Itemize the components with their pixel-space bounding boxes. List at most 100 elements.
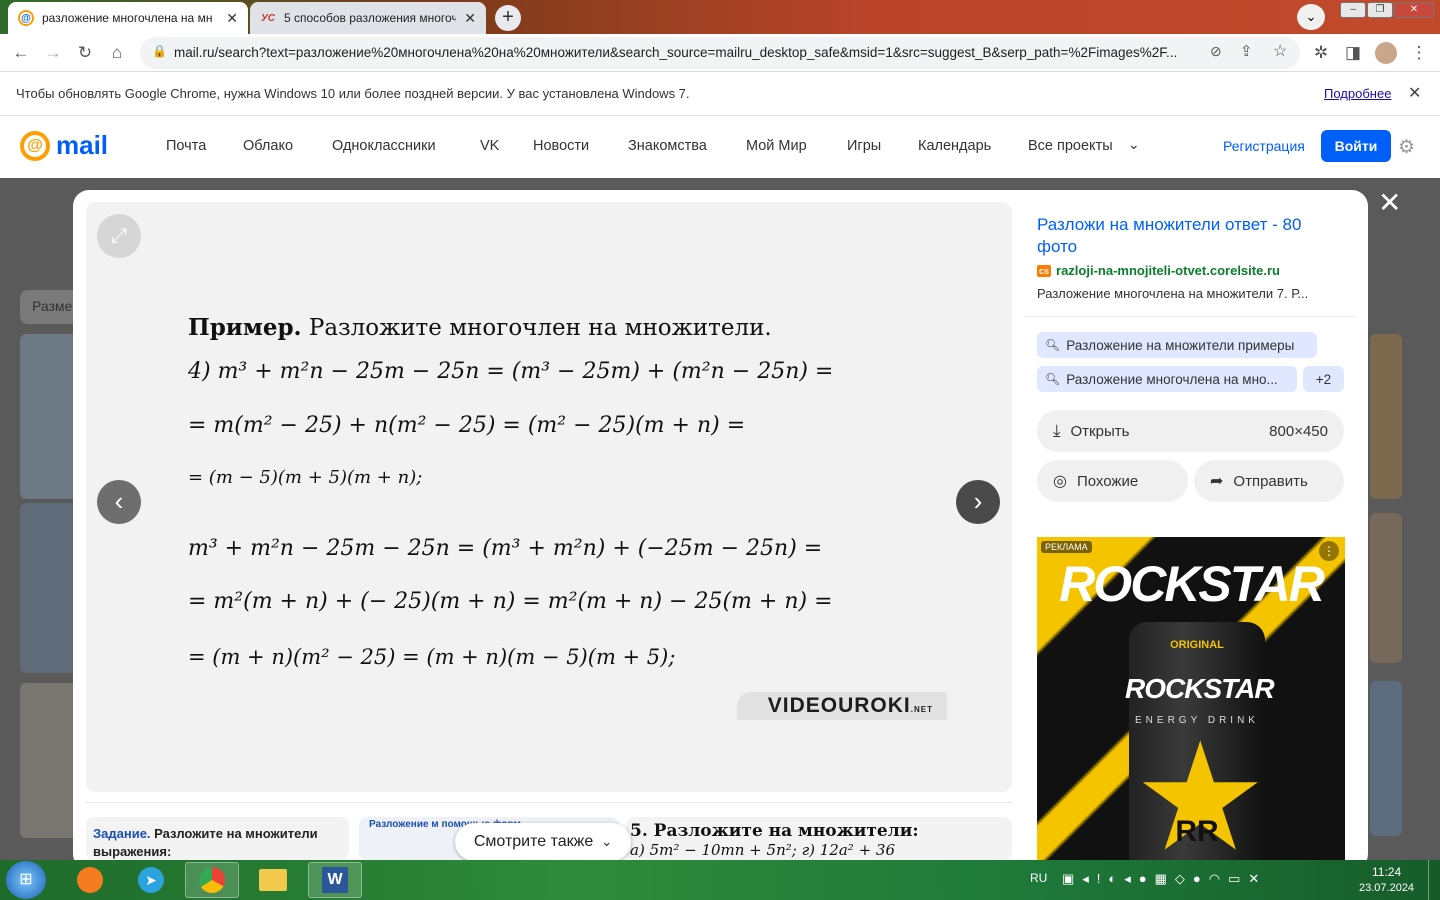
minimize-button[interactable]: –: [1340, 2, 1366, 18]
site-favicon-icon: УС: [261, 12, 275, 24]
telegram-icon: ➤: [138, 867, 164, 893]
previous-image-button[interactable]: ‹: [97, 480, 141, 524]
eye-off-icon[interactable]: ⊘: [1210, 43, 1222, 60]
result-description: Разложение многочлена на множители 7. Р.…: [1037, 286, 1309, 301]
open-label: Открыть: [1070, 422, 1130, 440]
tab-title: разложение многочлена на мн: [42, 11, 213, 25]
menu-dots-icon[interactable]: ⋮: [1408, 42, 1430, 64]
clock-date[interactable]: 23.07.2024: [1359, 882, 1414, 894]
close-tab-icon[interactable]: ✕: [464, 10, 476, 27]
bookmark-star-icon[interactable]: ☆: [1273, 41, 1287, 61]
extensions-icon[interactable]: ✲: [1310, 42, 1332, 64]
math-line: m³ + m²n − 25m − 25n = (m³ + m²n) + (−25…: [188, 536, 823, 561]
nav-kalendar[interactable]: Календарь: [918, 138, 991, 154]
result-title[interactable]: Разложи на множители ответ - 80 фото: [1037, 214, 1337, 258]
card-text: 5. Разложите на множители:: [630, 821, 919, 841]
background-thumbnail[interactable]: [20, 683, 80, 838]
math-line: = (m + n)(m² − 25) = (m + n)(m − 5)(m + …: [188, 645, 676, 669]
nav-odnoklassniki[interactable]: Одноклассники: [332, 138, 436, 154]
mail-header: @ mail Почта Облако Одноклассники VK Нов…: [0, 116, 1440, 178]
background-thumbnail[interactable]: [1370, 513, 1402, 663]
update-infobar: Чтобы обновлять Google Chrome, нужна Win…: [0, 72, 1440, 116]
next-image-button[interactable]: ›: [956, 480, 1000, 524]
tab-mail-search[interactable]: @ разложение многочлена на мн ✕: [8, 2, 248, 34]
open-image-button[interactable]: ⤓ Открыть 800×450: [1037, 410, 1344, 452]
clock-time[interactable]: 11:24: [1372, 865, 1401, 879]
math-line: = m²(m + n) + (− 25)(m + n) = m²(m + n) …: [188, 589, 833, 614]
mail-logo[interactable]: @ mail: [20, 130, 108, 161]
related-image-card[interactable]: Задание. Разложите на множители выражени…: [86, 817, 349, 860]
language-indicator[interactable]: RU: [1030, 871, 1047, 885]
start-button[interactable]: ⊞: [6, 861, 46, 899]
source-domain: razloji-na-mnojiteli-otvet.corelsite.ru: [1056, 263, 1280, 278]
image-info-panel: Разложи на множители ответ - 80 фото cs …: [1025, 202, 1356, 512]
related-search-chip[interactable]: 🔍︎ Разложение многочлена на мно...: [1037, 366, 1297, 392]
address-bar[interactable]: 🔒 mail.ru/search?text=разложение%20много…: [140, 37, 1300, 69]
nav-vk[interactable]: VK: [480, 138, 499, 154]
taskbar-app-telegram[interactable]: ➤: [124, 862, 178, 898]
fullscreen-expand-button[interactable]: ⤢: [97, 214, 141, 258]
background-thumbnail[interactable]: [1370, 334, 1402, 499]
nav-moy-mir[interactable]: Мой Мир: [746, 138, 807, 154]
ad-brand: ROCKSTAR: [1059, 556, 1325, 612]
site-favicon-icon: cs: [1037, 264, 1052, 277]
taskbar-app-word[interactable]: W: [308, 862, 362, 898]
can-rr: RR: [1175, 815, 1219, 848]
system-tray-icons[interactable]: ▣◂!◐◂●▦◇●◠▭✕: [1062, 871, 1267, 887]
nav-novosti[interactable]: Новости: [533, 138, 589, 154]
taskbar-app-avast[interactable]: [63, 862, 117, 898]
infobar-message: Чтобы обновлять Google Chrome, нужна Win…: [16, 86, 690, 101]
side-panel-icon[interactable]: ◨: [1342, 42, 1364, 64]
nav-vse-proekty[interactable]: Все проекты: [1028, 138, 1113, 154]
maximize-button[interactable]: ❐: [1367, 2, 1393, 18]
image-size: 800×450: [1269, 422, 1328, 440]
math-line: = (m − 5)(m + 5)(m + n);: [188, 467, 423, 488]
chevron-down-icon[interactable]: ⌄: [1128, 136, 1140, 153]
divider: [86, 802, 1012, 803]
similar-images-button[interactable]: ◎ Похожие: [1037, 460, 1188, 502]
close-infobar-icon[interactable]: ✕: [1408, 83, 1421, 103]
home-icon[interactable]: ⌂: [106, 42, 128, 64]
chip-label: Разложение на множители примеры: [1066, 337, 1295, 353]
close-window-button[interactable]: ✕: [1394, 2, 1434, 18]
nav-oblako[interactable]: Облако: [243, 138, 293, 154]
nav-pochta[interactable]: Почта: [166, 138, 206, 154]
close-tab-icon[interactable]: ✕: [226, 10, 238, 27]
word-icon: W: [322, 867, 348, 893]
advertisement-banner[interactable]: РЕКЛАМА ⋮ ROCKSTAR ORIGINAL ROCKSTAR ENE…: [1037, 537, 1345, 860]
background-thumbnail[interactable]: [1370, 681, 1402, 836]
taskbar-app-chrome[interactable]: [185, 862, 239, 898]
tab-5-sposobov[interactable]: УС 5 способов разложения многоч ✕: [250, 2, 486, 34]
share-icon[interactable]: ⇪: [1240, 42, 1253, 60]
login-button[interactable]: Войти: [1321, 130, 1391, 162]
taskbar-app-explorer[interactable]: [246, 862, 300, 898]
register-link[interactable]: Регистрация: [1223, 138, 1305, 154]
background-search-input[interactable]: Разме: [20, 290, 80, 324]
camera-icon: ◎: [1053, 473, 1067, 490]
more-chips-button[interactable]: +2: [1303, 366, 1344, 392]
card-line: а) 5m² − 10mn + 5n²; г) 12a² + 36: [630, 841, 895, 859]
settings-gear-icon[interactable]: ⚙: [1398, 136, 1415, 159]
related-image-card[interactable]: 5. Разложите на множители: а) 5m² − 10mn…: [626, 817, 1012, 860]
tab-search-button[interactable]: ⌄: [1297, 4, 1325, 30]
infobar-more-link[interactable]: Подробнее: [1324, 86, 1391, 101]
result-source[interactable]: cs razloji-na-mnojiteli-otvet.corelsite.…: [1037, 263, 1280, 278]
show-desktop-button[interactable]: [1428, 860, 1440, 900]
background-thumbnail[interactable]: [20, 334, 80, 499]
nav-igry[interactable]: Игры: [847, 138, 881, 154]
close-preview-icon[interactable]: ✕: [1378, 186, 1401, 219]
divider: [1025, 316, 1356, 317]
videouroki-watermark: VIDEOUROKI.NET: [737, 692, 947, 720]
profile-avatar[interactable]: [1375, 42, 1397, 64]
forward-icon[interactable]: →: [42, 42, 64, 64]
background-thumbnail[interactable]: [20, 503, 80, 673]
url-text: mail.ru/search?text=разложение%20многочл…: [174, 45, 1178, 60]
reload-icon[interactable]: ↻: [74, 42, 96, 64]
chip-label: Разложение многочлена на мно...: [1066, 371, 1278, 387]
share-button[interactable]: ➦ Отправить: [1194, 460, 1344, 502]
see-also-button[interactable]: Смотрите также ⌄: [455, 823, 631, 861]
back-icon[interactable]: ←: [10, 42, 32, 64]
nav-znakomstva[interactable]: Знакомства: [628, 138, 707, 154]
new-tab-button[interactable]: +: [495, 5, 521, 31]
related-search-chip[interactable]: 🔍︎ Разложение на множители примеры: [1037, 332, 1317, 358]
